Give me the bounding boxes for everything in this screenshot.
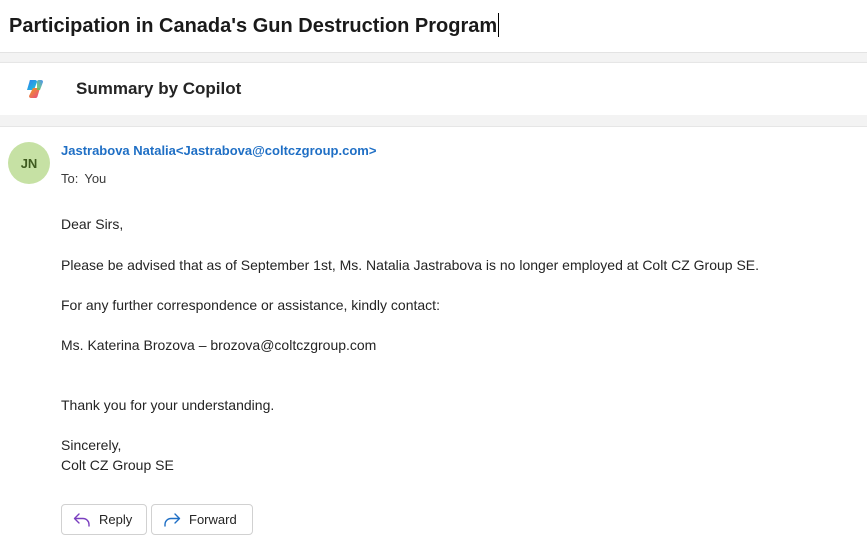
reply-label: Reply [99, 512, 133, 527]
subject-text: Participation in Canada's Gun Destructio… [9, 15, 498, 37]
recipients-line: To: You [61, 171, 106, 186]
text-caret [498, 13, 500, 37]
sender-name-link[interactable]: Jastrabova Natalia<Jastrabova@coltczgrou… [61, 143, 376, 158]
body-greeting: Dear Sirs, [61, 216, 124, 232]
subject-bar: Participation in Canada's Gun Destructio… [0, 0, 867, 53]
subject-field[interactable]: Participation in Canada's Gun Destructio… [9, 13, 500, 38]
recipient-you[interactable]: You [84, 171, 106, 186]
avatar[interactable]: JN [8, 142, 50, 184]
forward-arrow-icon [164, 512, 181, 527]
copilot-summary-bar[interactable]: Summary by Copilot [0, 62, 867, 115]
forward-label: Forward [189, 512, 237, 527]
copilot-summary-label: Summary by Copilot [76, 79, 242, 98]
section-divider [0, 53, 867, 62]
section-divider [0, 115, 867, 127]
body-paragraph: For any further correspondence or assist… [61, 297, 440, 313]
body-paragraph: Please be advised that as of September 1… [61, 257, 760, 273]
body-thanks: Thank you for your understanding. [61, 397, 275, 413]
reply-button[interactable]: Reply [61, 504, 147, 535]
forward-button[interactable]: Forward [151, 504, 253, 535]
body-signature: Colt CZ Group SE [61, 457, 174, 473]
reply-arrow-icon [73, 512, 90, 527]
body-contact: Ms. Katerina Brozova – brozova@coltczgro… [61, 337, 377, 353]
body-closing: Sincerely, [61, 437, 122, 453]
message-actions: Reply Forward [61, 504, 253, 535]
copilot-icon [27, 80, 43, 98]
to-label: To: [61, 171, 79, 186]
